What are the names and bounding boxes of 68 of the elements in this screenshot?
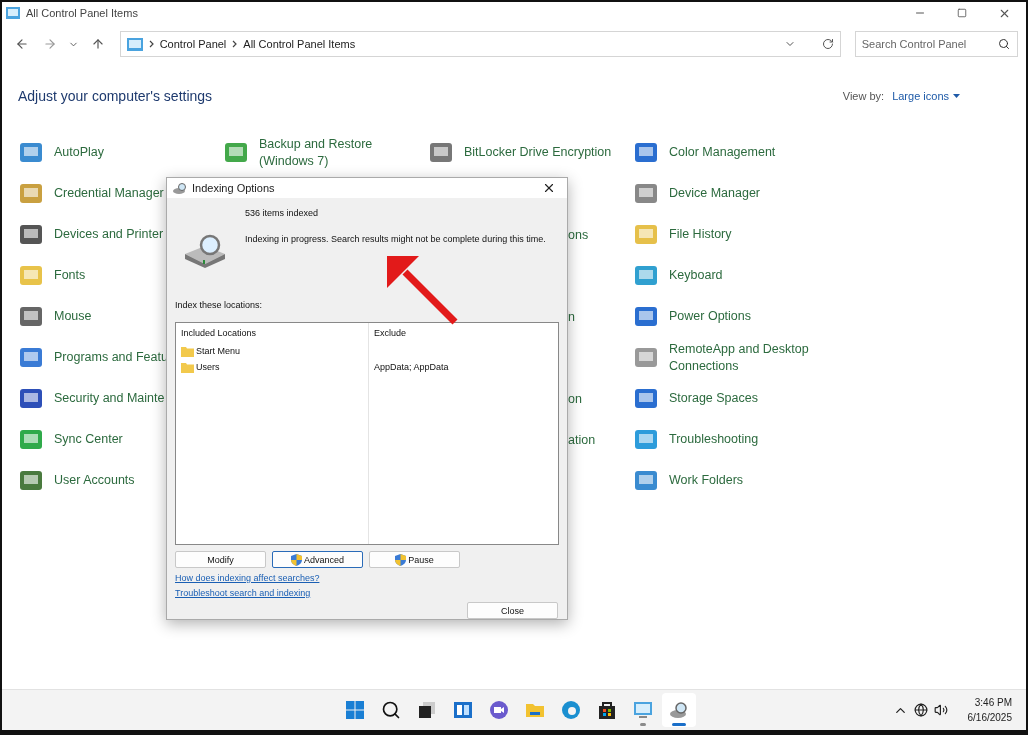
shield-icon <box>395 553 407 566</box>
window-title: All Control Panel Items <box>26 7 139 19</box>
video-chat-icon <box>489 700 509 720</box>
arrow-left-icon <box>14 37 29 51</box>
shield-icon <box>291 553 302 566</box>
clock-time[interactable]: 3:46 PM <box>974 695 1012 710</box>
items-indexed-count: 536 items indexed <box>245 208 320 218</box>
magnifier-drive-icon <box>669 700 689 720</box>
address-bar[interactable]: Control Panel All Control Panel Items <box>119 31 841 57</box>
view-mode-dropdown[interactable]: Large icons <box>892 90 960 102</box>
dialog-button[interactable]: Modify <box>175 551 266 568</box>
breadcrumb[interactable]: Control Panel <box>159 38 227 50</box>
control-panel-icon <box>6 7 20 19</box>
clock-date[interactable]: 6/16/2025 <box>967 710 1012 725</box>
chevron-right-icon <box>232 40 238 48</box>
control-panel-item[interactable]: ons <box>568 227 589 242</box>
dialog-title: Indexing Options <box>192 182 276 194</box>
dialog-button[interactable]: Pause <box>369 551 460 568</box>
breadcrumb[interactable]: All Control Panel Items <box>243 38 356 50</box>
chevron-right-icon <box>148 40 154 48</box>
control-panel-item[interactable]: File History <box>669 226 837 243</box>
control-panel-item[interactable]: Backup and Restore (Windows 7) <box>259 135 427 170</box>
folder-icon <box>181 345 194 357</box>
control-panel-item[interactable]: n <box>568 309 575 324</box>
exclude-entry: AppData; AppData <box>374 362 449 372</box>
caret-icon <box>953 94 960 98</box>
windows-logo-icon <box>345 700 365 720</box>
column-header[interactable]: Included Locations <box>181 328 363 342</box>
location-entry[interactable]: Users <box>196 362 220 372</box>
help-link[interactable]: Troubleshoot search and indexing <box>175 588 311 598</box>
control-panel-item[interactable]: AutoPlay <box>54 144 222 161</box>
control-panel-item[interactable]: BitLocker Drive Encryption <box>464 144 632 161</box>
control-panel-icon <box>126 37 143 51</box>
arrow-right-icon <box>42 37 57 51</box>
page-heading: Adjust your computer's settings <box>18 88 213 104</box>
view-by-label: View by: <box>842 90 885 102</box>
control-panel-item[interactable]: RemoteApp and Desktop Connections <box>669 340 837 375</box>
control-panel-icon <box>633 700 653 720</box>
close-icon <box>542 181 556 195</box>
folder-icon <box>181 361 194 373</box>
control-panel-item[interactable]: Storage Spaces <box>669 390 837 407</box>
volume-icon[interactable] <box>933 703 948 717</box>
store-bag-icon <box>597 700 617 720</box>
restore-icon <box>957 8 967 18</box>
status-message: Indexing in progress. Search results might not be complete during this time. <box>245 234 546 244</box>
search-icon <box>381 700 401 720</box>
dialog-button[interactable]: Advanced <box>272 551 363 568</box>
refresh-icon[interactable] <box>821 38 834 50</box>
control-panel-item[interactable]: Troubleshooting <box>669 431 837 448</box>
magnifier-drive-icon <box>183 234 227 268</box>
control-panel-item[interactable]: on <box>568 391 582 406</box>
control-panel-item[interactable]: ation <box>568 432 596 447</box>
task-view-icon <box>417 700 437 720</box>
control-panel-item[interactable]: Device Manager <box>669 185 837 202</box>
control-panel-item[interactable]: Color Management <box>669 144 837 161</box>
search-field[interactable]: Search Control Panel <box>854 31 1018 57</box>
network-icon[interactable] <box>913 703 928 717</box>
search-icon <box>998 38 1010 50</box>
location-entry[interactable]: Start Menu <box>196 346 241 356</box>
close-dialog-button[interactable]: Close <box>467 602 558 619</box>
locations-label: Index these locations: <box>175 300 264 310</box>
control-panel-item[interactable]: Keyboard <box>669 267 837 284</box>
widgets-icon <box>453 700 473 720</box>
help-link[interactable]: How does indexing affect searches? <box>175 573 320 583</box>
magnifier-drive-icon <box>173 182 187 194</box>
control-panel-item[interactable]: Work Folders <box>669 472 837 489</box>
column-header[interactable]: Exclude <box>374 328 553 342</box>
control-panel-item[interactable]: Power Options <box>669 308 837 325</box>
